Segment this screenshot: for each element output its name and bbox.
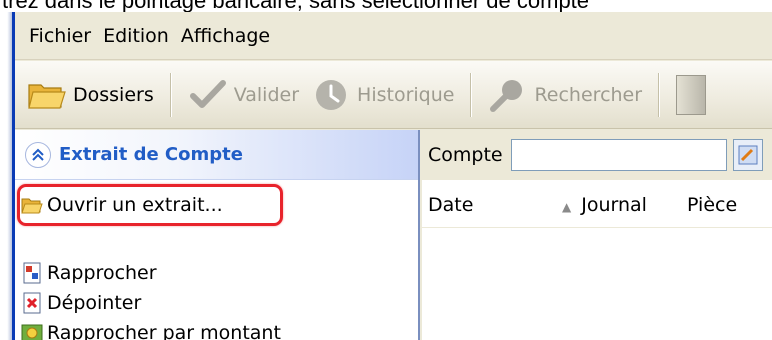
caption-text: trez dans le pointage bancaire, sans sél…: [2, 0, 590, 13]
reconcile-amount-icon: [21, 322, 43, 340]
toolbar-cut-off-icon: [676, 74, 707, 115]
account-label: Compte: [428, 144, 503, 166]
rechercher-button[interactable]: Rechercher: [482, 71, 648, 119]
sort-ascending-icon: ▲: [562, 200, 572, 214]
valider-label: Valider: [233, 83, 300, 106]
toolbar-separator: [658, 72, 661, 117]
toolbar-separator: [169, 72, 172, 117]
task-item-ouvrir-extrait[interactable]: Ouvrir un extrait...: [21, 190, 223, 220]
table-header: Date ▲ Journal Pièce: [422, 184, 772, 228]
task-panel-header[interactable]: Extrait de Compte: [15, 130, 418, 180]
valider-button[interactable]: Valider: [182, 71, 305, 119]
account-search-row: Compte: [422, 130, 772, 180]
screenshot-page: trez dans le pointage bancaire, sans sél…: [0, 0, 772, 340]
task-panel: Extrait de Compte Ouvrir un extrait... R…: [15, 130, 420, 340]
folder-open-icon: [21, 194, 43, 216]
menu-edition[interactable]: Edition: [103, 25, 169, 47]
task-item-label: Rapprocher par montant: [47, 322, 281, 340]
task-panel-title: Extrait de Compte: [59, 144, 243, 165]
historique-label: Historique: [357, 83, 455, 106]
account-input[interactable]: [510, 139, 727, 171]
task-item-rapprocher-montant[interactable]: Rapprocher par montant: [21, 318, 281, 340]
history-icon: [311, 77, 351, 113]
task-item-label: Rapprocher: [47, 262, 157, 284]
toolbar: Dossiers Valider Historique Rechercher: [15, 61, 772, 129]
content-area: Compte Date ▲ Journal Pièce: [422, 130, 772, 340]
lookup-icon: [738, 145, 758, 165]
menu-affichage[interactable]: Affichage: [181, 25, 270, 47]
checkmark-icon: [188, 77, 228, 113]
rechercher-label: Rechercher: [534, 83, 643, 106]
account-lookup-button[interactable]: [732, 139, 763, 171]
unmark-icon: [21, 292, 43, 314]
dossiers-label: Dossiers: [73, 83, 154, 106]
app-window: Fichier Edition Affichage Dossiers Valid…: [12, 12, 772, 340]
historique-button[interactable]: Historique: [305, 71, 460, 119]
menu-fichier[interactable]: Fichier: [29, 25, 91, 47]
collapse-icon[interactable]: [25, 141, 51, 168]
task-item-depointer[interactable]: Dépointer: [21, 288, 141, 318]
reconcile-icon: [21, 262, 43, 284]
toolbar-separator: [470, 72, 473, 117]
column-date[interactable]: Date: [428, 194, 473, 216]
folder-icon: [27, 77, 67, 113]
window-left-edge: [0, 12, 12, 340]
column-piece[interactable]: Pièce: [687, 194, 737, 216]
task-item-rapprocher[interactable]: Rapprocher: [21, 258, 157, 288]
task-item-label: Dépointer: [47, 292, 142, 314]
search-icon: [488, 77, 528, 113]
column-journal[interactable]: ▲ Journal: [562, 194, 647, 216]
dossiers-button[interactable]: Dossiers: [21, 71, 160, 119]
menu-bar: Fichier Edition Affichage: [15, 12, 772, 60]
task-item-label: Ouvrir un extrait...: [47, 194, 223, 216]
